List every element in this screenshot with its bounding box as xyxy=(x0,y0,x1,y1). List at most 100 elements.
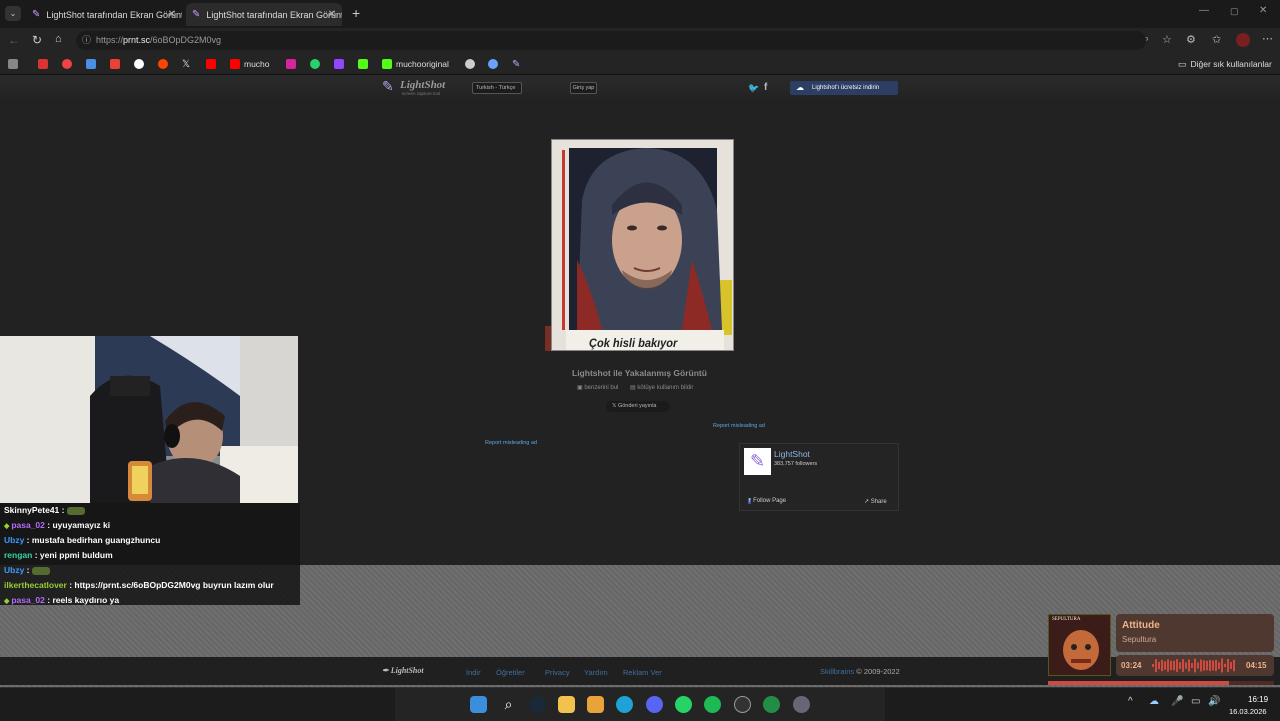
waveform-bar xyxy=(1182,659,1184,672)
skillbrains-link[interactable]: Skillbrains xyxy=(820,667,854,676)
app-icon[interactable] xyxy=(763,696,780,713)
track-progress-bar[interactable] xyxy=(1048,681,1274,685)
tray-expand-icon[interactable]: ^ xyxy=(1128,696,1133,707)
find-similar-link[interactable]: ▣ benzerini bul xyxy=(577,384,618,391)
home-icon[interactable]: ⌂ xyxy=(55,33,62,45)
fb-page-name[interactable]: LightShot xyxy=(774,449,810,459)
store-icon[interactable] xyxy=(587,696,604,713)
file-explorer-icon[interactable] xyxy=(558,696,575,713)
bookmark-icon-swirl[interactable] xyxy=(488,57,502,71)
chat-username[interactable]: ilkerthecatlover xyxy=(4,580,67,590)
facebook-icon[interactable]: f xyxy=(764,82,767,93)
settings-icon[interactable] xyxy=(793,696,810,713)
menu-dots-icon[interactable]: ⋯ xyxy=(1262,32,1273,45)
report-misleading-ad-link[interactable]: Report misleading ad xyxy=(713,423,765,429)
tray-mic-icon[interactable]: 🎤 xyxy=(1171,696,1183,707)
edge-icon[interactable] xyxy=(616,696,633,713)
fb-share-button[interactable]: ↗ Share xyxy=(864,498,887,505)
language-select[interactable]: Turkish - Türkçe xyxy=(472,82,522,94)
tray-volume-icon[interactable]: 🔊 xyxy=(1208,696,1220,707)
fb-follow-button[interactable]: f Follow Page xyxy=(748,498,786,504)
track-artist: Sepultura xyxy=(1122,635,1157,644)
chat-emote-icon xyxy=(31,566,50,575)
back-icon[interactable]: ← xyxy=(8,33,20,47)
login-button[interactable]: Giriş yap xyxy=(570,82,597,94)
chat-username[interactable]: pasa_02 xyxy=(11,520,45,530)
google-icon[interactable] xyxy=(134,57,148,71)
steam-icon[interactable] xyxy=(529,696,546,713)
reddit-icon[interactable] xyxy=(158,57,172,71)
start-icon[interactable] xyxy=(470,696,487,713)
url-path: /6oBOpDG2M0vg xyxy=(150,35,222,45)
gmail-icon[interactable] xyxy=(110,57,124,71)
twitch-icon[interactable] xyxy=(334,57,348,71)
search-icon[interactable]: ⌕ xyxy=(500,696,517,713)
tab-list-chevron-icon[interactable]: ⌄ xyxy=(5,6,21,21)
bookmark-icon-1[interactable] xyxy=(8,57,22,71)
other-bookmarks[interactable]: ▭ Diğer sık kullanılanlar xyxy=(1178,57,1272,71)
footer-link-download[interactable]: İndir xyxy=(466,668,481,677)
whatsapp-icon[interactable] xyxy=(675,696,692,713)
footer-link-tutorials[interactable]: Öğretiler xyxy=(496,668,525,677)
waveform-bar xyxy=(1197,662,1199,669)
cloud-download-icon: ☁ xyxy=(796,83,804,92)
close-window-icon[interactable]: ✕ xyxy=(1259,5,1267,16)
waveform-bar xyxy=(1167,659,1169,672)
extensions-icon[interactable]: ⚙ xyxy=(1186,33,1196,46)
profile-avatar[interactable] xyxy=(1236,33,1250,47)
report-misleading-ad-link[interactable]: Report misleading ad xyxy=(485,440,537,446)
post-on-x-button[interactable]: 𝕏 Gönderi yayınla xyxy=(606,401,670,412)
chat-username[interactable]: Ubzy xyxy=(4,535,24,545)
bookmark-icon-4[interactable] xyxy=(86,57,100,71)
url-input[interactable]: ⓘ https://prnt.sc/6oBOpDG2M0vg xyxy=(76,31,1146,50)
tab-1[interactable]: ✎ LightShot tarafından Ekran Görüntü ✕ xyxy=(26,3,182,26)
x-icon[interactable]: 𝕏 xyxy=(182,57,190,71)
favorite-star-icon[interactable]: ☆ xyxy=(1162,33,1172,46)
maximize-icon[interactable]: ▢ xyxy=(1230,6,1239,17)
youtube-icon[interactable] xyxy=(206,57,220,71)
tray-display-icon[interactable]: ▭ xyxy=(1191,696,1200,707)
webcam-video xyxy=(0,336,298,503)
bookmark-muchooriginal[interactable]: muchooriginal xyxy=(382,57,449,71)
fb-follow-label: Follow Page xyxy=(753,498,787,504)
footer-link-help[interactable]: Yardım xyxy=(584,668,608,677)
chat-username[interactable]: SkinnyPete41 xyxy=(4,505,59,515)
kick-icon[interactable] xyxy=(358,57,372,71)
tray-cloud-icon[interactable]: ☁ xyxy=(1149,696,1159,707)
captured-screenshot-image[interactable]: Çok hisli bakıyor xyxy=(551,139,734,351)
clock-date[interactable]: 16.03.2026 xyxy=(1229,707,1267,716)
lightshot-feather-icon[interactable]: ✎ xyxy=(512,57,520,71)
chat-username[interactable]: Ubzy xyxy=(4,565,24,575)
footer-link-advertise[interactable]: Reklam Ver xyxy=(623,668,662,677)
whatsapp-icon[interactable] xyxy=(310,57,324,71)
bookmark-icon-2[interactable] xyxy=(38,57,52,71)
folder-icon: ▭ xyxy=(1178,58,1187,69)
lightshot-logo[interactable]: ✎ LightShot screen capture tool xyxy=(382,78,452,98)
discord-icon[interactable] xyxy=(646,696,663,713)
tab-strip: ⌄ ✎ LightShot tarafından Ekran Görüntü ✕… xyxy=(0,0,1280,28)
footer-link-privacy[interactable]: Privacy xyxy=(545,668,570,677)
bookmark-icon-chatgpt[interactable] xyxy=(465,57,479,71)
waveform-bar xyxy=(1209,660,1211,671)
reload-icon[interactable]: ↻ xyxy=(32,33,42,47)
spotify-icon[interactable] xyxy=(704,696,721,713)
chat-username[interactable]: rengan xyxy=(4,550,32,560)
twitter-icon[interactable]: 🐦 xyxy=(748,83,759,94)
lightshot-page-avatar[interactable]: ✎ xyxy=(744,448,771,475)
chat-username[interactable]: pasa_02 xyxy=(11,595,45,605)
minimize-icon[interactable]: — xyxy=(1199,5,1209,16)
close-tab-icon[interactable]: ✕ xyxy=(328,9,336,20)
new-tab-icon[interactable]: + xyxy=(352,5,360,21)
instagram-icon[interactable] xyxy=(286,57,300,71)
close-tab-icon[interactable]: ✕ xyxy=(168,9,176,20)
footer-logo[interactable]: ✒ LightShot xyxy=(382,666,424,675)
bookmark-mucho[interactable]: mucho xyxy=(230,57,270,71)
clock-time[interactable]: 16:19 xyxy=(1248,695,1268,704)
bookmark-icon-3[interactable] xyxy=(62,57,76,71)
download-button[interactable]: ☁ Lightshot'ı ücretsiz indirin xyxy=(790,81,898,95)
report-abuse-link[interactable]: ▤ kötüye kullanım bildir xyxy=(630,384,693,391)
tab-2-active[interactable]: ✎ LightShot tarafından Ekran Görüntü ✕ xyxy=(186,3,342,26)
favorites-icon[interactable]: ✩ xyxy=(1212,33,1221,46)
obs-icon[interactable] xyxy=(734,696,751,713)
site-info-icon[interactable]: ⓘ xyxy=(82,31,91,50)
